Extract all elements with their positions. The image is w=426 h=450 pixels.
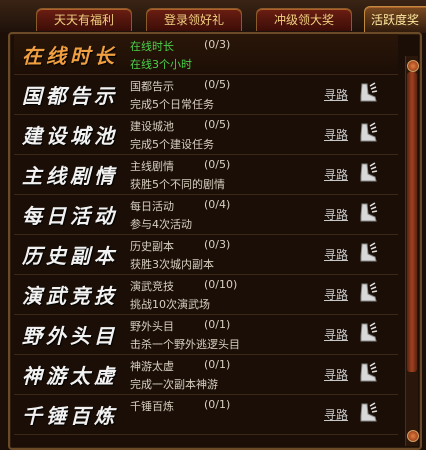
task-description: 获胜5个不同的剧情	[130, 178, 225, 191]
pathfind-link[interactable]: 寻路	[324, 406, 348, 423]
task-progress: (0/5)	[204, 78, 231, 91]
winged-boot-icon[interactable]	[358, 202, 378, 224]
task-description: 参与4次活动	[130, 218, 192, 231]
tab-level-reward[interactable]: 冲级领大奖	[256, 8, 352, 31]
task-title: 建设城池	[130, 120, 174, 133]
task-title: 每日活动	[130, 200, 174, 213]
task-row: 主线剧情 主线剧情 (0/5) 获胜5个不同的剧情 寻路	[14, 154, 398, 195]
task-category: 演武竞技	[22, 284, 118, 308]
task-progress: (0/10)	[204, 278, 238, 291]
winged-boot-icon[interactable]	[358, 282, 378, 304]
task-description: 获胜3次城内副本	[130, 258, 214, 271]
task-description: 击杀一个野外逃逻头目	[130, 338, 240, 351]
task-row: 千锤百炼 千锤百炼 (0/1) 寻路	[14, 394, 398, 435]
scroll-up-button[interactable]	[407, 60, 419, 72]
task-category: 野外头目	[22, 324, 118, 348]
task-description: 完成一次副本神游	[130, 378, 218, 391]
pathfind-link[interactable]: 寻路	[324, 166, 348, 183]
task-progress: (0/3)	[204, 38, 231, 51]
task-title: 演武竞技	[130, 280, 174, 293]
task-progress: (0/4)	[204, 198, 231, 211]
task-progress: (0/3)	[204, 238, 231, 251]
pathfind-link[interactable]: 寻路	[324, 246, 348, 263]
task-description: 在线3个小时	[130, 58, 192, 71]
winged-boot-icon[interactable]	[358, 402, 378, 424]
task-title: 神游太虚	[130, 360, 174, 373]
task-category: 千锤百炼	[22, 404, 118, 428]
tab-bar: 天天有福利 登录领好礼 冲级领大奖 活跃度奖	[0, 0, 426, 33]
scroll-thumb[interactable]	[407, 72, 417, 372]
winged-boot-icon[interactable]	[358, 362, 378, 384]
pathfind-link[interactable]: 寻路	[324, 86, 348, 103]
activity-panel: 在线时长 在线时长 (0/3) 在线3个小时 国都告示 国都告示 (0/5) 完成5个日常任务…	[8, 32, 422, 450]
task-title: 在线时长	[130, 40, 174, 53]
task-progress: (0/5)	[204, 158, 231, 171]
task-title: 野外头目	[130, 320, 174, 333]
task-category: 在线时长	[22, 44, 118, 68]
task-description: 完成5个日常任务	[130, 98, 214, 111]
task-title: 千锤百炼	[130, 400, 174, 413]
tab-login-gift[interactable]: 登录领好礼	[146, 8, 242, 31]
scroll-down-button[interactable]	[407, 430, 419, 442]
task-title: 主线剧情	[130, 160, 174, 173]
task-category: 历史副本	[22, 244, 118, 268]
winged-boot-icon[interactable]	[358, 322, 378, 344]
task-description: 挑战10次演武场	[130, 298, 210, 311]
task-row: 每日活动 每日活动 (0/4) 参与4次活动 寻路	[14, 194, 398, 235]
winged-boot-icon[interactable]	[358, 82, 378, 104]
pathfind-link[interactable]: 寻路	[324, 326, 348, 343]
task-category: 国都告示	[22, 84, 118, 108]
task-category: 神游太虚	[22, 364, 118, 388]
tab-daily-welfare[interactable]: 天天有福利	[36, 8, 132, 31]
task-progress: (0/1)	[204, 398, 231, 411]
task-row: 神游太虚 神游太虚 (0/1) 完成一次副本神游 寻路	[14, 354, 398, 395]
task-description: 完成5个建设任务	[130, 138, 214, 151]
pathfind-link[interactable]: 寻路	[324, 366, 348, 383]
task-category: 建设城池	[22, 124, 118, 148]
task-row: 国都告示 国都告示 (0/5) 完成5个日常任务 寻路	[14, 74, 398, 115]
task-row: 历史副本 历史副本 (0/3) 获胜3次城内副本 寻路	[14, 234, 398, 275]
task-progress: (0/5)	[204, 118, 231, 131]
task-progress: (0/1)	[204, 318, 231, 331]
scrollbar[interactable]	[405, 56, 419, 446]
task-category: 主线剧情	[22, 164, 118, 188]
tab-activity-reward[interactable]: 活跃度奖	[364, 6, 426, 33]
task-row: 建设城池 建设城池 (0/5) 完成5个建设任务 寻路	[14, 114, 398, 155]
winged-boot-icon[interactable]	[358, 122, 378, 144]
task-row: 在线时长 在线时长 (0/3) 在线3个小时	[14, 34, 398, 75]
task-row: 演武竞技 演武竞技 (0/10) 挑战10次演武场 寻路	[14, 274, 398, 315]
task-category: 每日活动	[22, 204, 118, 228]
pathfind-link[interactable]: 寻路	[324, 126, 348, 143]
task-title: 历史副本	[130, 240, 174, 253]
pathfind-link[interactable]: 寻路	[324, 206, 348, 223]
task-title: 国都告示	[130, 80, 174, 93]
task-progress: (0/1)	[204, 358, 231, 371]
winged-boot-icon[interactable]	[358, 242, 378, 264]
task-row: 野外头目 野外头目 (0/1) 击杀一个野外逃逻头目 寻路	[14, 314, 398, 355]
pathfind-link[interactable]: 寻路	[324, 286, 348, 303]
winged-boot-icon[interactable]	[358, 162, 378, 184]
